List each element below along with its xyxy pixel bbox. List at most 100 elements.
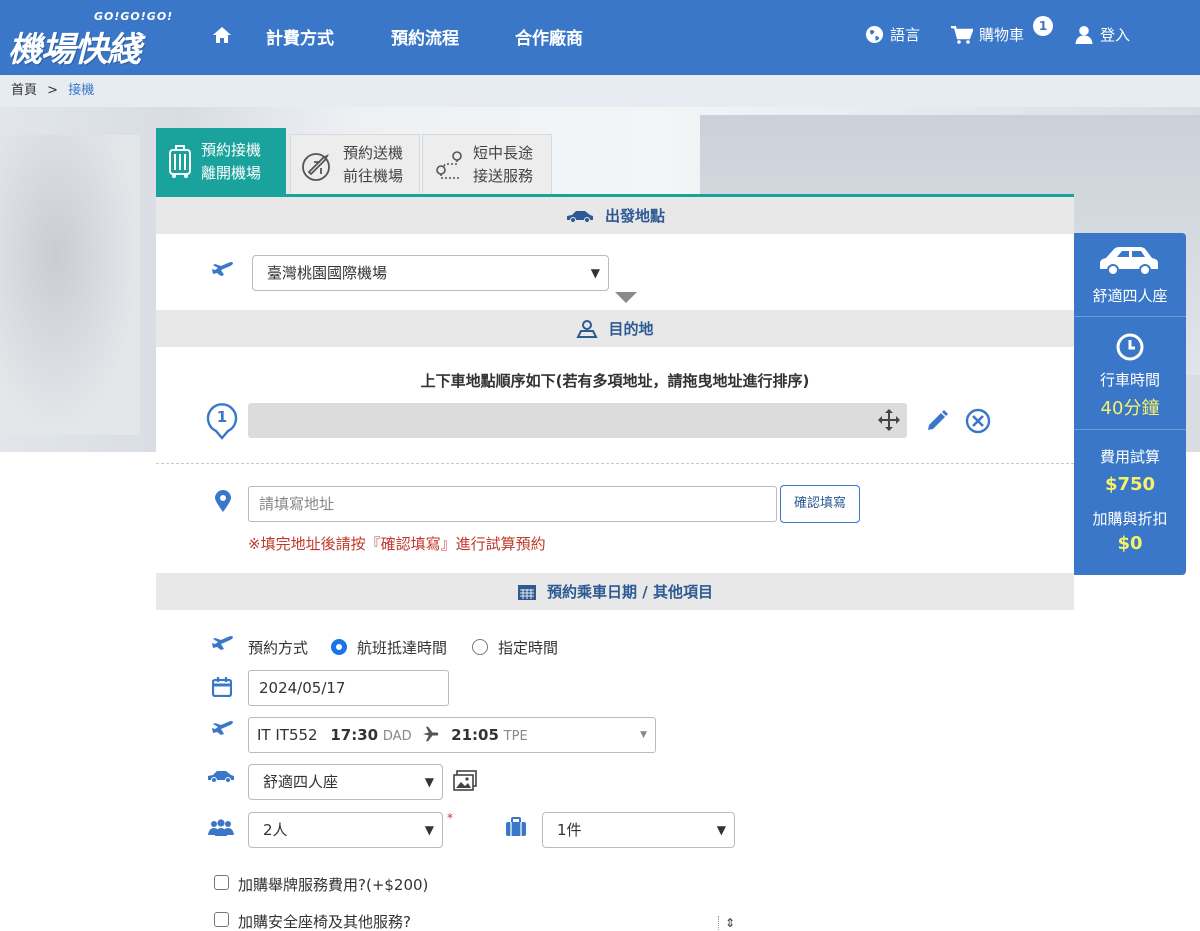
- address-warning: ※填完地址後請按『確認填寫』進行試算預約: [248, 535, 546, 553]
- logo-title: 機場快綫: [8, 30, 141, 70]
- site-logo[interactable]: GO!GO!GO! 機場快綫: [8, 10, 172, 70]
- arrow-down-icon: [615, 292, 637, 308]
- nav-booking-process[interactable]: 預約流程: [391, 24, 459, 49]
- car-type-value: 舒適四人座: [263, 773, 339, 791]
- nav-pricing[interactable]: 計費方式: [266, 24, 334, 49]
- breadcrumb: 首頁 > 接機: [0, 75, 1200, 107]
- addon-sign-checkbox[interactable]: [214, 875, 229, 890]
- radio-flight-arrival[interactable]: [331, 639, 347, 655]
- tab-dropoff[interactable]: 預約送機 前往機場: [290, 134, 420, 195]
- booking-form-card: 出發地點 臺灣桃園國際機場 ▼ 目的地 上下車地點順序如下(若有多項地址，請拖曳…: [156, 194, 1074, 931]
- tab-long-distance[interactable]: 短中長途 接送服務: [422, 134, 552, 195]
- plane-icon: [212, 634, 234, 660]
- remove-circle-icon[interactable]: [965, 408, 991, 438]
- fare-summary-panel: 舒適四人座 行車時間 40分鐘 費用試算 $750 加購與折扣 $0: [1074, 233, 1186, 575]
- chevron-down-icon: ▼: [716, 823, 726, 837]
- group-users-icon: [208, 819, 234, 841]
- flight-select[interactable]: IT IT552 17:30 DAD 21:05 TPE ▼: [248, 717, 656, 753]
- edit-pencil-icon[interactable]: [925, 409, 949, 437]
- map-marker-icon: [215, 490, 231, 516]
- departure-section-header: 出發地點: [156, 197, 1074, 234]
- destination-title: 目的地: [608, 320, 654, 338]
- passengers-value: 2人: [263, 821, 288, 839]
- cart-count-badge: 1: [1033, 16, 1053, 36]
- breadcrumb-current: 接機: [68, 83, 95, 98]
- language-button[interactable]: 語言: [865, 24, 920, 45]
- summary-time-label: 行車時間: [1099, 371, 1160, 389]
- language-label: 語言: [890, 26, 921, 44]
- airplane-circle-icon: [302, 153, 330, 181]
- tab-dropoff-line2: 前往機場: [343, 167, 404, 185]
- summary-fee-value: $750: [1104, 474, 1156, 495]
- globe-icon: [865, 25, 884, 44]
- dashed-divider: [156, 463, 1074, 464]
- user-icon: [1075, 25, 1093, 44]
- summary-fee-label: 費用試算: [1099, 448, 1160, 466]
- chevron-down-icon: ▼: [590, 266, 600, 280]
- luggage-icon: [169, 145, 191, 178]
- plane-icon: [212, 260, 234, 286]
- confirm-address-button[interactable]: 確認填寫: [780, 485, 860, 523]
- booking-section-header: 預約乘車日期 / 其他項目: [156, 573, 1074, 610]
- tab-long-line2: 接送服務: [473, 167, 534, 185]
- departure-airport-value: 臺灣桃園國際機場: [267, 264, 388, 282]
- chevron-down-icon: ▼: [640, 730, 647, 740]
- destination-instruction: 上下車地點順序如下(若有多項地址，請拖曳地址進行排序): [420, 372, 810, 390]
- cart-label: 購物車: [979, 26, 1025, 44]
- addon-seat-checkbox[interactable]: [214, 912, 229, 927]
- booking-method-label: 預約方式: [248, 639, 309, 657]
- car-icon: [206, 769, 236, 787]
- car-icon: [1100, 247, 1158, 276]
- tab-dropoff-line1: 預約送機: [343, 144, 404, 162]
- breadcrumb-home[interactable]: 首頁: [11, 83, 37, 98]
- suitcase-icon: [506, 817, 526, 841]
- chevron-down-icon: ▼: [424, 775, 434, 789]
- addon-sign-label[interactable]: 加購舉牌服務費用?(+$200): [238, 874, 428, 895]
- route-pin-icon: [436, 151, 462, 179]
- breadcrumb-separator: >: [47, 83, 59, 98]
- plane-arrow-icon: [423, 726, 439, 742]
- departure-title: 出發地點: [604, 207, 665, 225]
- required-asterisk: *: [447, 811, 453, 825]
- flight-code: IT IT552: [257, 726, 318, 744]
- summary-time-value: 40分鐘: [1100, 398, 1160, 419]
- login-button[interactable]: 登入: [1074, 24, 1130, 45]
- radio-specified-time-label[interactable]: 指定時間: [498, 637, 558, 658]
- tab-pickup[interactable]: 預約接機 離開機場: [156, 128, 286, 195]
- cart-button[interactable]: 購物車: [951, 24, 1024, 45]
- car-icon: [566, 210, 593, 223]
- login-label: 登入: [1100, 26, 1131, 44]
- clock-icon: [1116, 333, 1144, 361]
- passengers-select[interactable]: 2人 ▼: [248, 812, 443, 848]
- person-location-icon: [576, 319, 599, 338]
- resize-handle-icon[interactable]: ⇕: [718, 916, 760, 931]
- date-input[interactable]: 2024/05/17: [248, 670, 449, 706]
- summary-time-block: 行車時間 40分鐘: [1074, 317, 1186, 430]
- summary-discount-label: 加購與折扣: [1092, 510, 1168, 528]
- radio-specified-time[interactable]: [472, 639, 488, 655]
- luggage-value: 1件: [557, 821, 582, 839]
- cart-icon: [951, 25, 973, 44]
- address-input[interactable]: 請填寫地址: [248, 486, 777, 522]
- calendar-grid-icon: [518, 584, 537, 600]
- tab-pickup-line1: 預約接機: [201, 141, 262, 159]
- flight-dep-time: 17:30: [330, 726, 379, 744]
- flight-arr-airport: TPE: [503, 729, 528, 744]
- summary-fee-block: 費用試算 $750 加購與折扣 $0: [1074, 430, 1186, 575]
- nav-partners[interactable]: 合作廠商: [515, 24, 583, 49]
- addon-seat-label[interactable]: 加購安全座椅及其他服務?: [238, 911, 411, 931]
- luggage-select[interactable]: 1件 ▼: [542, 812, 735, 848]
- car-type-select[interactable]: 舒適四人座 ▼: [248, 764, 443, 800]
- flight-arr-time: 21:05: [451, 726, 499, 744]
- plane-icon: [212, 719, 234, 745]
- top-header: GO!GO!GO! 機場快綫 計費方式 預約流程 合作廠商 語言 購物車 1 登…: [0, 0, 1200, 75]
- home-icon[interactable]: [212, 26, 232, 48]
- stop-address-row[interactable]: [248, 403, 907, 438]
- image-gallery-icon[interactable]: [453, 770, 477, 796]
- summary-discount-value: $0: [1117, 533, 1143, 554]
- departure-airport-select[interactable]: 臺灣桃園國際機場 ▼: [252, 255, 609, 291]
- radio-flight-arrival-label[interactable]: 航班抵達時間: [357, 637, 447, 658]
- move-icon[interactable]: [877, 408, 901, 436]
- tab-long-line1: 短中長途: [473, 144, 534, 162]
- stop-number-pin-icon: 1: [206, 402, 238, 440]
